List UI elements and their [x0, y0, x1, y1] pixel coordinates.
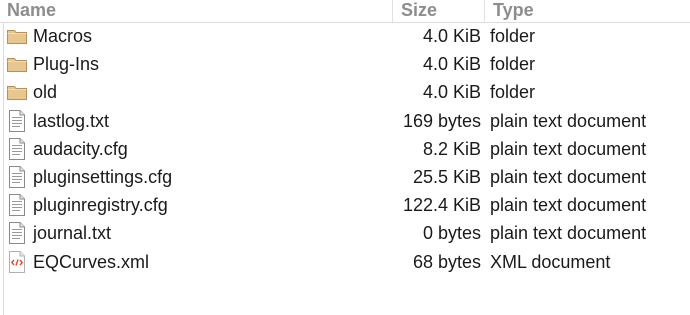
file-name: EQCurves.xml [33, 251, 150, 272]
file-row[interactable]: old 4.0 KiB folder [0, 78, 690, 106]
file-type: folder [490, 26, 536, 46]
text-file-icon [6, 194, 28, 217]
file-type: plain text document [490, 110, 647, 131]
file-type: XML document [490, 251, 611, 272]
column-header-size[interactable]: Size [392, 0, 483, 22]
file-size: 122.4 KiB [402, 195, 481, 216]
column-header-type[interactable]: Type [484, 0, 690, 22]
file-type: plain text document [490, 195, 647, 216]
file-name: journal.txt [33, 223, 112, 244]
file-size: 169 bytes [402, 110, 481, 131]
file-row[interactable]: audacity.cfg 8.2 KiB plain text document [0, 135, 690, 163]
file-size: 4.0 KiB [422, 54, 481, 75]
file-row[interactable]: lastlog.txt 169 bytes plain text documen… [0, 107, 690, 135]
file-name: Macros [33, 26, 93, 46]
column-header-name[interactable]: Name [7, 0, 389, 22]
file-name: pluginregistry.cfg [33, 195, 168, 216]
xml-file-icon [6, 250, 28, 273]
text-file-icon [6, 137, 28, 160]
file-size: 4.0 KiB [422, 82, 481, 103]
file-row[interactable]: Plug-Ins 4.0 KiB folder [0, 50, 690, 78]
file-name: Plug-Ins [33, 54, 100, 75]
file-type: plain text document [490, 166, 647, 187]
file-row[interactable]: EQCurves.xml 68 bytes XML document [0, 248, 690, 276]
file-row[interactable]: pluginsettings.cfg 25.5 KiB plain text d… [0, 163, 690, 191]
file-type: folder [490, 82, 536, 103]
file-name: audacity.cfg [33, 138, 128, 159]
file-type: plain text document [490, 223, 647, 244]
file-row[interactable]: Macros 4.0 KiB folder [0, 22, 690, 50]
file-type: plain text document [490, 138, 647, 159]
text-file-icon [6, 222, 28, 245]
file-size: 0 bytes [422, 223, 481, 244]
file-size: 25.5 KiB [412, 166, 481, 187]
folder-icon [6, 53, 28, 75]
file-row[interactable]: pluginregistry.cfg 122.4 KiB plain text … [0, 191, 690, 219]
file-row[interactable]: journal.txt 0 bytes plain text document [0, 219, 690, 247]
file-name: lastlog.txt [33, 110, 110, 131]
text-file-icon [6, 165, 28, 188]
file-list-view: Name Size Type Macros 4.0 KiB folder Plu… [0, 0, 690, 315]
file-type: folder [490, 54, 536, 75]
file-name: old [33, 82, 58, 103]
text-file-icon [6, 109, 28, 132]
column-header: Name Size Type [0, 0, 690, 23]
file-name: pluginsettings.cfg [33, 166, 173, 187]
folder-icon [6, 81, 28, 103]
file-size: 8.2 KiB [422, 138, 481, 159]
folder-icon [6, 25, 28, 47]
file-size: 68 bytes [412, 251, 481, 272]
file-size: 4.0 KiB [422, 26, 481, 46]
file-rows: Macros 4.0 KiB folder Plug-Ins 4.0 KiB f… [0, 22, 690, 276]
